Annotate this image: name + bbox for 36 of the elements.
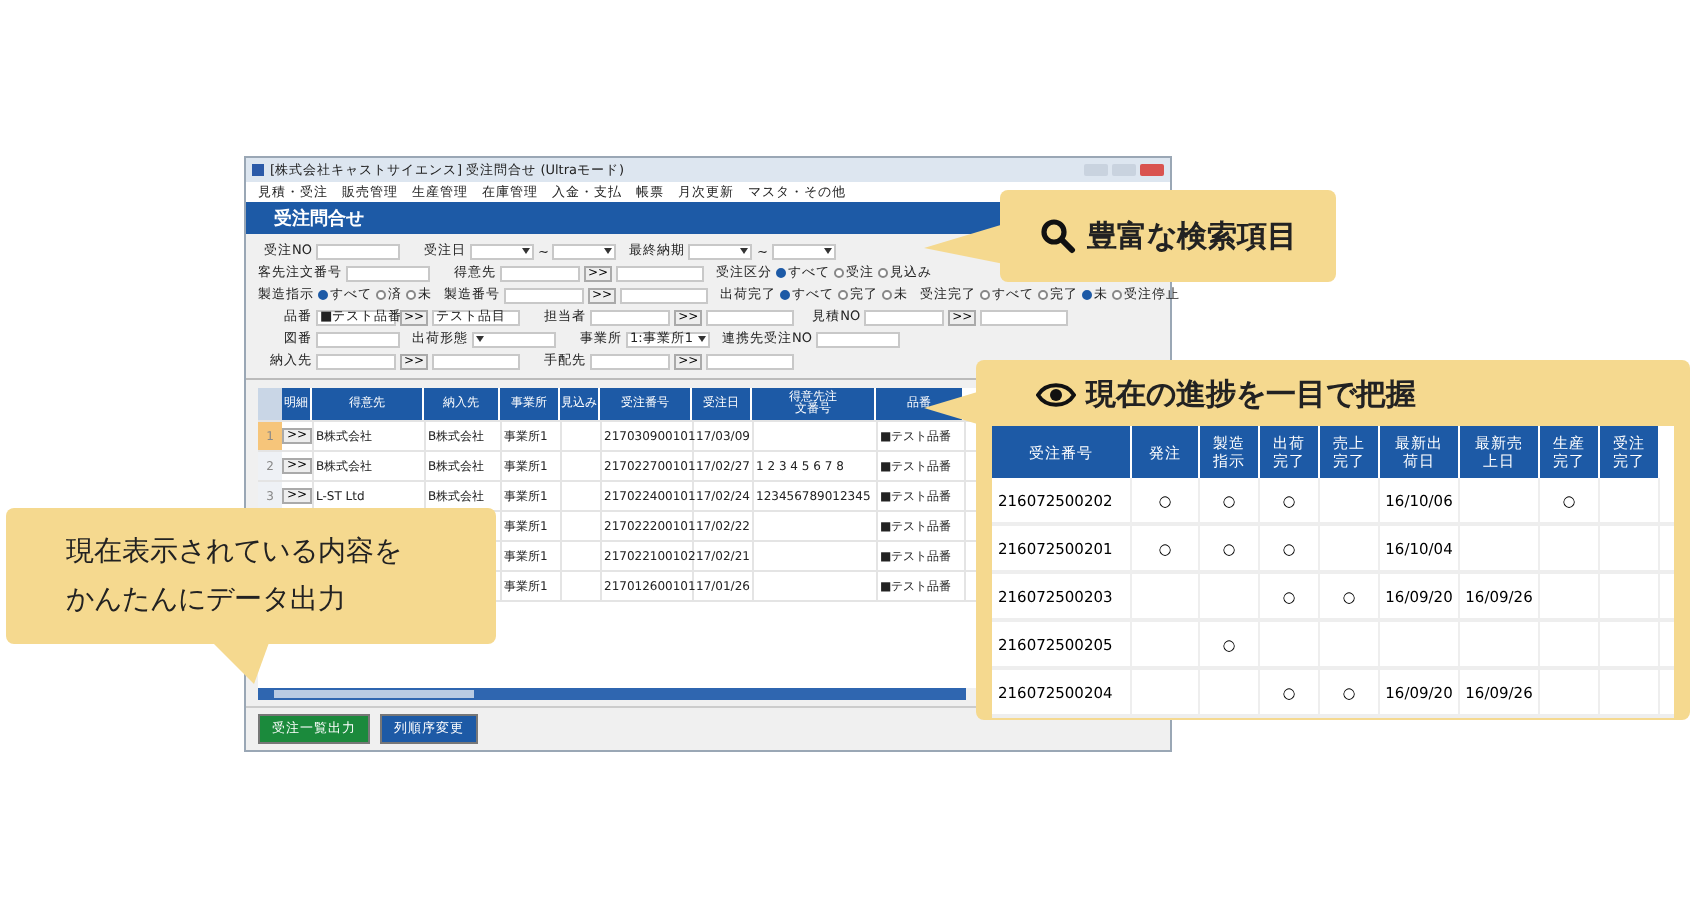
name-field[interactable] [706, 309, 795, 325]
text-field[interactable] [346, 265, 430, 281]
name-field[interactable] [616, 265, 705, 281]
text-field[interactable] [815, 331, 900, 347]
callout-title: 現在の進捗を一目で把握 [1086, 376, 1416, 414]
date-dropdown[interactable] [771, 243, 836, 259]
name-field[interactable] [706, 353, 795, 369]
grid-corner [258, 388, 282, 420]
horizontal-scrollbar[interactable] [258, 688, 966, 700]
text-field[interactable] [864, 309, 945, 325]
search-icon [1039, 218, 1075, 254]
text-field[interactable] [500, 265, 580, 281]
select-dropdown[interactable] [472, 331, 556, 347]
caret-icon [698, 336, 706, 342]
eye-icon [1036, 382, 1076, 408]
caret-icon [604, 248, 613, 254]
callout-text: 現在表示されている内容を [66, 534, 404, 572]
caret-icon [522, 248, 530, 254]
text-field[interactable] [590, 309, 671, 325]
app-icon [252, 164, 264, 176]
caret-icon [740, 248, 749, 254]
text-field[interactable] [316, 243, 400, 259]
close-button[interactable] [1140, 164, 1164, 176]
text-field[interactable] [316, 353, 396, 369]
name-field[interactable] [620, 287, 709, 303]
date-dropdown[interactable] [688, 243, 753, 259]
caret-icon [476, 336, 484, 342]
name-field[interactable] [980, 309, 1069, 325]
callout-text: かんたんにデータ出力 [66, 582, 348, 620]
text-field[interactable] [590, 353, 671, 369]
name-field[interactable] [432, 353, 521, 369]
date-dropdown[interactable] [552, 243, 617, 259]
text-field[interactable] [504, 287, 584, 303]
date-dropdown[interactable] [470, 243, 534, 259]
text-field[interactable] [316, 331, 400, 347]
caret-icon [823, 248, 832, 254]
